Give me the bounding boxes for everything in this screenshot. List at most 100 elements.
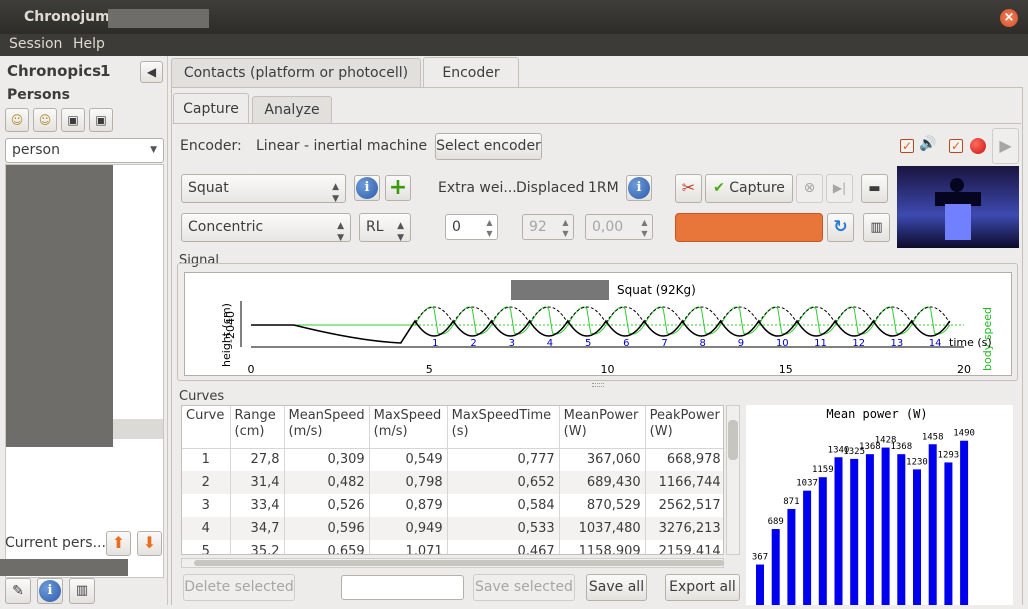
add-person-button[interactable]: ☺	[5, 108, 29, 132]
arrow-up-icon: ⬆	[111, 533, 126, 552]
mean-power-chart: Mean power (W) 367 689 871 1037 1159 1340 1325…	[746, 405, 1013, 605]
table-row[interactable]: 5 35,2 0,659 1,071 0,467 1158,909 2159,414	[182, 540, 723, 554]
cancel-capture-button[interactable]: ⊗	[796, 174, 823, 203]
refresh-button[interactable]: ↻	[827, 213, 854, 242]
bar-value-label: 1293	[938, 450, 960, 460]
column-header[interactable]: MeanSpeed (m/s)	[284, 406, 370, 449]
bar-value-label: 1368	[890, 442, 912, 452]
contraction-label: Concentric	[188, 219, 264, 235]
x-tick-label: 5	[426, 363, 433, 376]
column-header[interactable]: MaxSpeed (m/s)	[369, 406, 448, 449]
tab-contacts[interactable]: Contacts (platform or photocell)	[171, 58, 421, 87]
rm-input: 0,00 ▲ ▼	[585, 214, 653, 240]
export-all-button[interactable]: Export all	[665, 574, 740, 601]
menu-help[interactable]: Help	[73, 36, 105, 52]
table-cell: 0,482	[284, 471, 370, 494]
open-folder-button[interactable]: ▬	[861, 174, 888, 203]
scrollbar-thumb[interactable]	[728, 420, 738, 460]
bar-value-label: 1458	[922, 432, 944, 442]
encoder-type: Linear - inertial machine	[256, 138, 428, 154]
curves-table[interactable]: Curve Range (cm) MeanSpeed (m/s) MaxSpeed (m/s…	[181, 405, 724, 555]
table-cell: 31,4	[230, 471, 285, 494]
table-cell: 4	[182, 517, 231, 540]
tab-capture[interactable]: Capture	[173, 93, 249, 124]
table-cell: 2562,517	[645, 494, 723, 517]
spin-icon[interactable]: ▲ ▼	[482, 215, 497, 239]
curves-hscrollbar[interactable]	[181, 558, 724, 568]
load-person-button[interactable]: ▣	[61, 108, 85, 132]
column-header[interactable]: Curve	[182, 406, 231, 449]
add-multiple-persons-button[interactable]: ☺	[33, 108, 57, 132]
finish-capture-button[interactable]: ▶|	[826, 174, 853, 203]
column-header[interactable]: MaxSpeedTime (s)	[447, 406, 560, 449]
laterality-label: RL	[366, 219, 384, 235]
table-row[interactable]: 1 27,8 0,309 0,549 0,777 367,060 668,978	[182, 448, 723, 471]
tab-encoder[interactable]: Encoder	[423, 57, 519, 88]
table-cell: 0,584	[447, 494, 560, 517]
session-audio-button[interactable]: ◀	[140, 61, 163, 83]
session-name: Chronopics	[7, 62, 102, 80]
column-header[interactable]: PeakPower (W)	[645, 406, 723, 449]
menu-session[interactable]: Session	[9, 36, 62, 52]
check-icon: ✔	[713, 180, 725, 196]
column-header[interactable]: Range (cm)	[230, 406, 285, 449]
capture-button[interactable]: ✔ Capture	[705, 174, 793, 203]
persons-label: Persons	[7, 87, 70, 103]
folder-persons-icon: ▣	[95, 113, 107, 127]
laterality-select[interactable]: RL ▲ ▼	[359, 213, 411, 243]
webcam-preview	[897, 166, 1019, 248]
delete-capture-button[interactable]: ▥	[863, 213, 890, 242]
refresh-icon: ↻	[833, 217, 848, 237]
hscrollbar-thumb[interactable]	[194, 560, 724, 566]
plus-icon: +	[388, 175, 408, 200]
x-tick-label: 10	[601, 363, 615, 376]
weight-info-button[interactable]: i	[626, 175, 652, 201]
person-info-button[interactable]: i	[37, 578, 63, 604]
sound-checkbox[interactable]: ✓	[900, 139, 914, 153]
save-all-button[interactable]: Save all	[586, 574, 647, 601]
save-selected-button[interactable]: Save selected	[473, 574, 575, 601]
contraction-select[interactable]: Concentric ▲ ▼	[181, 213, 351, 243]
bar	[803, 490, 812, 605]
rm-value: 0,00	[592, 219, 624, 235]
table-row[interactable]: 4 34,7 0,596 0,949 0,533 1037,480 3276,213	[182, 517, 723, 540]
close-icon[interactable]: ×	[1000, 9, 1018, 27]
curves-scrollbar[interactable]	[726, 405, 740, 555]
load-persons-button[interactable]: ▣	[89, 108, 113, 132]
person-select[interactable]: person ▼	[5, 138, 164, 163]
extra-weight-input[interactable]: 0 ▲ ▼	[445, 214, 498, 240]
signal-lines: 1 2 3 4 5 6 7 8 9 10 11 12 13 14	[251, 306, 964, 349]
select-encoder-button[interactable]: Select encoder	[435, 133, 542, 160]
table-cell: 0,533	[447, 517, 560, 540]
delete-selected-button[interactable]: Delete selected	[183, 574, 295, 601]
curve-name-input[interactable]	[341, 575, 464, 600]
column-header[interactable]: MeanPower (W)	[559, 406, 646, 449]
speaker-icon: ◀	[146, 65, 157, 79]
preferences-button[interactable]: ✂	[675, 174, 702, 203]
person-down-button[interactable]: ⬇	[137, 531, 162, 556]
add-exercise-button[interactable]: +	[385, 175, 411, 201]
edit-person-button[interactable]: ✎	[5, 578, 31, 604]
exercise-select[interactable]: Squat ▲ ▼	[181, 174, 346, 204]
cancel-icon: ⊗	[803, 180, 816, 196]
redacted-person	[511, 280, 609, 300]
tab-analyze[interactable]: Analyze	[252, 96, 332, 124]
table-cell: 0,549	[369, 448, 448, 471]
record-checkbox[interactable]: ✓	[949, 139, 963, 153]
exercise-info-button[interactable]: i	[354, 175, 380, 201]
table-cell: 2159,414	[645, 540, 723, 554]
info-icon: i	[39, 580, 61, 602]
table-cell: 34,7	[230, 517, 285, 540]
pane-handle[interactable]	[592, 383, 604, 387]
bar	[850, 458, 859, 605]
play-button[interactable]: ▶	[992, 128, 1019, 164]
table-row[interactable]: 3 33,4 0,526 0,879 0,584 870,529 2562,517	[182, 494, 723, 517]
table-cell: 1,071	[369, 540, 448, 554]
current-person-label: Current pers...	[5, 535, 106, 551]
table-cell: 1	[182, 448, 231, 471]
delete-person-button[interactable]: ▥	[69, 578, 95, 604]
table-row[interactable]: 2 31,4 0,482 0,798 0,652 689,430 1166,744	[182, 471, 723, 494]
person-list[interactable]	[5, 164, 164, 578]
person-up-button[interactable]: ⬆	[106, 531, 131, 556]
bar-value-label: 871	[783, 497, 799, 507]
